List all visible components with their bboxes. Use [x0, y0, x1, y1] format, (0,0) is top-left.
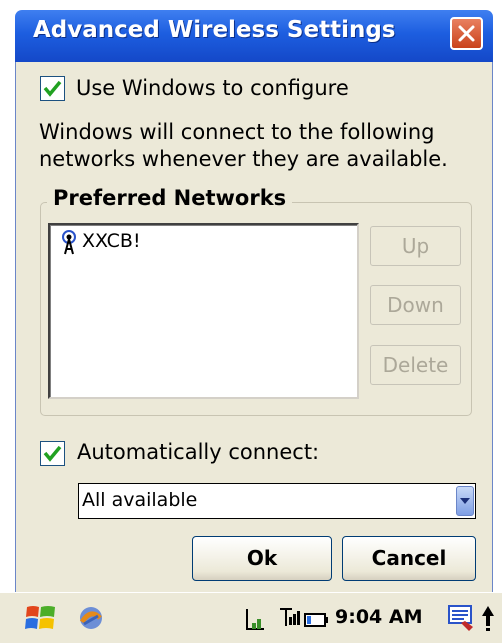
cancel-button[interactable]: Cancel — [342, 536, 476, 581]
auto-connect-label: Automatically connect: — [77, 440, 320, 464]
use-windows-label: Use Windows to configure — [76, 76, 349, 100]
checkmark-icon — [43, 445, 62, 462]
dropdown-selected-value: All available — [82, 489, 198, 511]
wireless-antenna-icon — [60, 230, 78, 256]
close-icon — [458, 25, 475, 42]
auto-connect-dropdown[interactable]: All available — [78, 483, 476, 519]
auto-connect-checkbox[interactable] — [40, 441, 65, 466]
delete-button[interactable]: Delete — [370, 345, 461, 385]
chevron-down-icon — [460, 498, 470, 504]
use-windows-checkbox[interactable] — [40, 76, 65, 101]
window-title: Advanced Wireless Settings — [33, 17, 396, 43]
up-arrow-icon[interactable] — [480, 604, 496, 632]
taskbar-clock[interactable]: 9:04 AM — [335, 606, 423, 628]
signal-battery-icon[interactable] — [278, 606, 330, 630]
keyboard-input-icon[interactable] — [447, 603, 477, 633]
windows-logo-icon — [25, 606, 55, 629]
checkmark-icon — [43, 80, 62, 97]
description-line-2: networks whenever they are available. — [39, 147, 448, 171]
dropdown-arrow-button[interactable] — [456, 486, 474, 516]
network-status-icon[interactable] — [244, 606, 266, 632]
down-button[interactable]: Down — [370, 285, 461, 325]
start-button[interactable] — [24, 602, 58, 634]
preferred-networks-title: Preferred Networks — [47, 186, 293, 210]
close-button[interactable] — [450, 17, 483, 50]
description-line-1: Windows will connect to the following — [39, 120, 435, 144]
network-list-item[interactable]: XXCB! — [82, 230, 141, 252]
ok-button[interactable]: Ok — [192, 536, 332, 581]
connectivity-icon[interactable] — [76, 604, 106, 632]
up-button[interactable]: Up — [370, 226, 461, 266]
